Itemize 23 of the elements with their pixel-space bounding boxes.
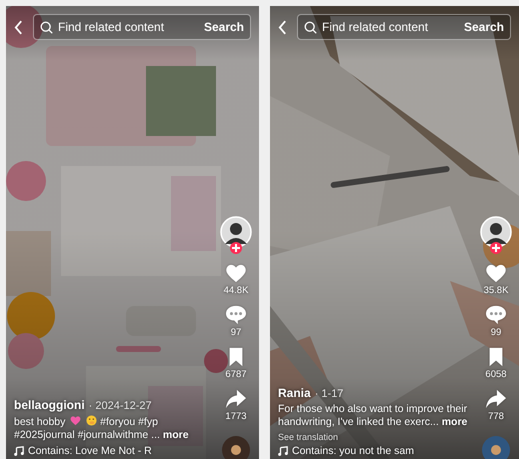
- action-count: 44.8K: [224, 285, 248, 296]
- action-count: 6787: [225, 369, 247, 380]
- caption: For those who also want to improve their handwriting, I've linked the exerc... more: [278, 403, 468, 429]
- search-field[interactable]: Find related content Search: [33, 14, 251, 40]
- username[interactable]: bellaoggioni: [14, 398, 85, 412]
- see-translation-link[interactable]: See translation: [278, 432, 338, 442]
- more-link[interactable]: more: [442, 416, 468, 428]
- action-count: 778: [488, 411, 504, 422]
- caption: best hobby #foryou #fyp #2025journal #journalwithme ... more: [14, 415, 190, 442]
- post-date: · 1-17: [314, 388, 344, 400]
- action-count: 35.8K: [484, 285, 508, 296]
- search-button[interactable]: Search: [204, 20, 244, 34]
- action-count: 6058: [485, 369, 507, 380]
- action-count: 99: [490, 327, 502, 338]
- username[interactable]: Rania: [278, 386, 311, 400]
- post-date: · 2024-12-27: [88, 400, 152, 412]
- search-field[interactable]: Find related content Search: [297, 14, 511, 40]
- action-count: 97: [230, 327, 242, 338]
- search-button[interactable]: Search: [464, 20, 504, 34]
- more-link[interactable]: more: [162, 429, 189, 441]
- action-count: 1773: [225, 411, 247, 422]
- music-title[interactable]: Contains: Love Me Not - R: [28, 445, 152, 457]
- music-title[interactable]: Contains: you not the sam: [292, 445, 414, 457]
